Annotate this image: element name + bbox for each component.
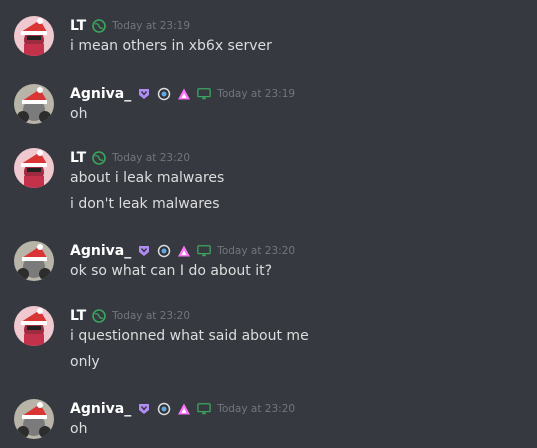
globe-icon[interactable] <box>92 19 106 33</box>
triangle-icon[interactable] <box>177 244 191 258</box>
nitro-badge-icon[interactable] <box>137 244 151 258</box>
agniva-avatar[interactable] <box>14 84 54 124</box>
halo-icon[interactable] <box>157 87 171 101</box>
lt-avatar[interactable] <box>14 16 54 56</box>
message-line: i questionned what said about me <box>70 328 309 344</box>
santa-hat-avatar-icon <box>14 16 54 56</box>
message-header: Agniva_ Today at 23:19 <box>70 84 295 104</box>
timestamp[interactable]: Today at 23:19 <box>217 88 295 100</box>
santa-hat-avatar-icon <box>14 306 54 346</box>
timestamp[interactable]: Today at 23:20 <box>217 245 295 257</box>
message-line: i mean others in xb6x server <box>70 38 272 54</box>
timestamp[interactable]: Today at 23:19 <box>112 20 190 32</box>
message-group: LT Today at 23:19 i mean others in xb6x … <box>0 16 537 68</box>
agniva-avatar[interactable] <box>14 241 54 281</box>
message-header: LT Today at 23:20 <box>70 306 190 326</box>
author-name[interactable]: Agniva_ <box>70 86 131 102</box>
author-name[interactable]: LT <box>70 308 86 324</box>
monitor-icon[interactable] <box>197 87 211 101</box>
nitro-badge-icon[interactable] <box>137 87 151 101</box>
author-name[interactable]: LT <box>70 150 86 166</box>
timestamp[interactable]: Today at 23:20 <box>217 403 295 415</box>
santa-hat-avatar-icon <box>14 148 54 188</box>
message-header: LT Today at 23:20 <box>70 148 190 168</box>
timestamp[interactable]: Today at 23:20 <box>112 152 190 164</box>
message-line: oh <box>70 421 88 437</box>
message-line: only <box>70 354 100 370</box>
globe-icon[interactable] <box>92 151 106 165</box>
message-line: about i leak malwares <box>70 170 225 186</box>
message-line: i don't leak malwares <box>70 196 220 212</box>
agniva-avatar[interactable] <box>14 399 54 439</box>
message-group: Agniva_ Today at 23:20 ok so what can I … <box>0 241 537 285</box>
message-group: LT Today at 23:20 i questionned what sai… <box>0 306 537 376</box>
halo-icon[interactable] <box>157 244 171 258</box>
message-line: ok so what can I do about it? <box>70 263 273 279</box>
globe-icon[interactable] <box>92 309 106 323</box>
santa-hat-avatar-icon <box>14 84 54 124</box>
message-header: Agniva_ Today at 23:20 <box>70 399 295 419</box>
lt-avatar[interactable] <box>14 306 54 346</box>
santa-hat-avatar-icon <box>14 399 54 439</box>
message-header: LT Today at 23:19 <box>70 16 190 36</box>
author-name[interactable]: Agniva_ <box>70 243 131 259</box>
author-name[interactable]: LT <box>70 18 86 34</box>
message-line: oh <box>70 106 88 122</box>
nitro-badge-icon[interactable] <box>137 402 151 416</box>
triangle-icon[interactable] <box>177 402 191 416</box>
message-group: Agniva_ Today at 23:19 oh <box>0 84 537 128</box>
halo-icon[interactable] <box>157 402 171 416</box>
monitor-icon[interactable] <box>197 402 211 416</box>
santa-hat-avatar-icon <box>14 241 54 281</box>
timestamp[interactable]: Today at 23:20 <box>112 310 190 322</box>
lt-avatar[interactable] <box>14 148 54 188</box>
message-header: Agniva_ Today at 23:20 <box>70 241 295 261</box>
triangle-icon[interactable] <box>177 87 191 101</box>
author-name[interactable]: Agniva_ <box>70 401 131 417</box>
monitor-icon[interactable] <box>197 244 211 258</box>
message-group: Agniva_ Today at 23:20 oh <box>0 399 537 443</box>
message-group: LT Today at 23:20 about i leak malwares … <box>0 148 537 218</box>
